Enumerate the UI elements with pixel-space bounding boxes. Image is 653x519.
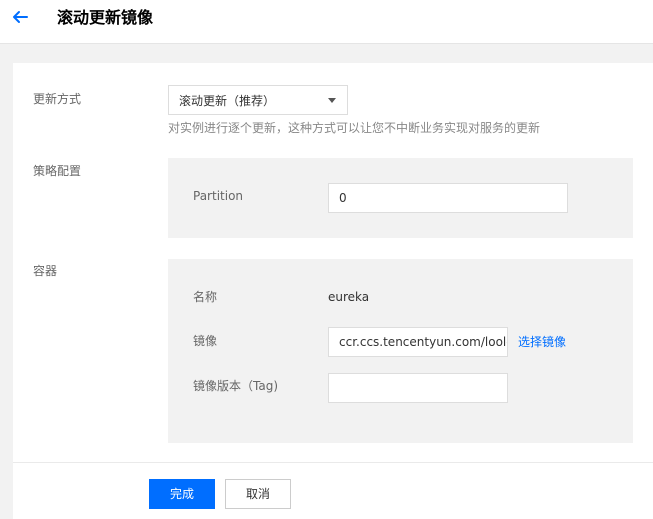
confirm-button[interactable]: 完成 (149, 479, 215, 509)
tag-input[interactable] (328, 373, 508, 403)
update-method-select[interactable]: 滚动更新（推荐） (168, 85, 348, 115)
image-label: 镜像 (193, 334, 218, 348)
update-method-label: 更新方式 (33, 92, 82, 106)
caret-down-icon (328, 98, 336, 103)
container-name-value: eureka (328, 290, 370, 304)
footer-bar (13, 462, 653, 519)
tag-label: 镜像版本（Tag) (193, 379, 278, 393)
update-method-hint: 对实例进行逐个更新，这种方式可以让您不中断业务实现对服务的更新 (168, 121, 541, 135)
image-input[interactable]: ccr.ccs.tencentyun.com/looloo (328, 327, 508, 357)
select-image-link[interactable]: 选择镜像 (518, 334, 566, 350)
page-title: 滚动更新镜像 (57, 8, 154, 27)
container-label: 容器 (33, 264, 58, 278)
partition-input[interactable]: 0 (328, 183, 568, 213)
strategy-label: 策略配置 (33, 164, 82, 178)
page-header: 滚动更新镜像 (0, 0, 653, 44)
cancel-button[interactable]: 取消 (225, 479, 291, 509)
name-label: 名称 (193, 290, 218, 304)
arrow-left-icon[interactable] (11, 8, 29, 26)
update-method-selected: 滚动更新（推荐） (179, 94, 276, 108)
partition-label: Partition (193, 189, 244, 203)
